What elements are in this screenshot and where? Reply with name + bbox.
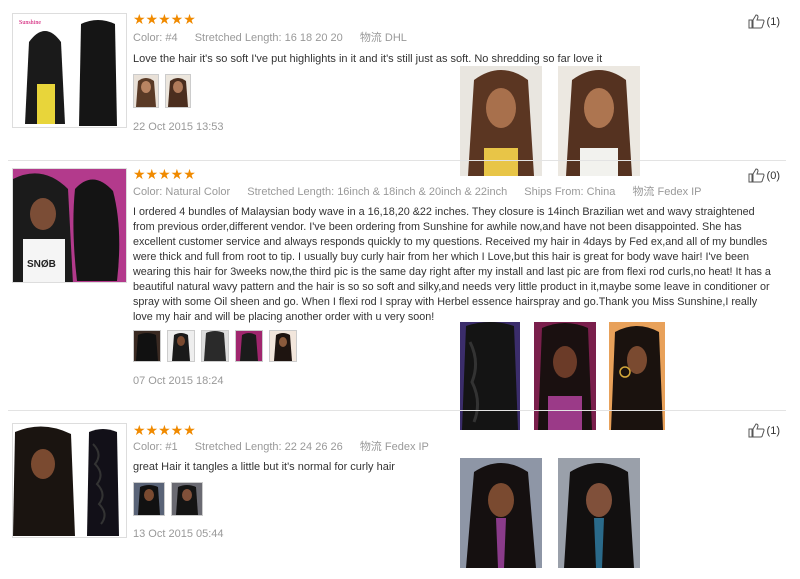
review-thumbnail[interactable] (133, 482, 165, 516)
shipping-label: 物流 (359, 32, 382, 44)
review-thumbnail[interactable] (133, 74, 159, 108)
review-thumbnail[interactable] (165, 74, 191, 108)
length-value: 16inch & 18inch & 20inch & 22inch (337, 186, 508, 198)
review-text: great Hair it tangles a little but it's … (133, 461, 395, 473)
shipping-value: Fedex IP (384, 441, 429, 453)
review-thumbnails (133, 74, 191, 108)
review-thumbnail[interactable] (167, 330, 195, 362)
helpful-count: (0) (766, 169, 780, 182)
thumbs-up-icon[interactable] (748, 423, 765, 438)
thumbs-up-icon[interactable] (748, 14, 765, 29)
helpful-vote[interactable]: (1) (748, 423, 780, 438)
ships-from-label: Ships From: (524, 186, 584, 198)
review-text: I ordered 4 bundles of Malaysian body wa… (133, 206, 771, 323)
shipping-value: Fedex IP (657, 186, 702, 198)
review-thumbnail[interactable] (171, 482, 203, 516)
color-label: Color: (133, 32, 163, 44)
review-meta: Color: Natural Color Stretched Length: 1… (133, 185, 716, 199)
review-thumbnail[interactable] (269, 330, 297, 362)
length-label: Stretched Length: (194, 32, 282, 44)
length-value: 22 24 26 26 (284, 441, 343, 453)
review-thumbnail[interactable] (201, 330, 229, 362)
review-meta: Color: #1 Stretched Length: 22 24 26 26 … (133, 440, 443, 454)
review-2: SNØB ★★★★★ Color: Natural Color Stretche… (0, 160, 800, 430)
review-thumbnails (133, 330, 297, 362)
review-meta: Color: #4 Stretched Length: 16 18 20 20 … (133, 31, 421, 45)
product-image[interactable] (12, 423, 127, 538)
review-date: 07 Oct 2015 18:24 (133, 375, 224, 387)
length-label: Stretched Length: (247, 186, 335, 198)
shipping-label: 物流 (632, 186, 655, 198)
review-photo[interactable] (460, 458, 542, 568)
helpful-count: (1) (766, 424, 780, 437)
review-date: 13 Oct 2015 05:44 (133, 528, 224, 540)
helpful-vote[interactable]: (1) (748, 14, 780, 29)
star-rating: ★★★★★ (133, 11, 196, 27)
review-1: Sunshine ★★★★★ Color: #4 Stretched Lengt… (0, 0, 800, 176)
length-label: Stretched Length: (194, 441, 282, 453)
helpful-vote[interactable]: (0) (748, 168, 780, 183)
ships-from-value: China (586, 186, 616, 198)
review-text: Love the hair it's so soft I've put high… (133, 53, 603, 65)
color-label: Color: (133, 186, 163, 198)
helpful-count: (1) (766, 15, 780, 28)
color-value: #1 (165, 441, 178, 453)
review-thumbnails (133, 482, 203, 516)
review-3: ★★★★★ Color: #1 Stretched Length: 22 24 … (0, 410, 800, 579)
review-thumbnail[interactable] (235, 330, 263, 362)
star-rating: ★★★★★ (133, 166, 196, 182)
review-photo[interactable] (558, 458, 640, 568)
shipping-label: 物流 (359, 441, 382, 453)
product-image[interactable]: Sunshine (12, 13, 127, 128)
color-value: #4 (165, 32, 178, 44)
color-label: Color: (133, 441, 163, 453)
review-thumbnail[interactable] (133, 330, 161, 362)
color-value: Natural Color (165, 186, 231, 198)
shipping-value: DHL (384, 32, 407, 44)
product-image[interactable]: SNØB (12, 168, 127, 283)
review-date: 22 Oct 2015 13:53 (133, 121, 224, 133)
svg-text:SNØB: SNØB (27, 259, 56, 270)
star-rating: ★★★★★ (133, 422, 196, 438)
length-value: 16 18 20 20 (284, 32, 343, 44)
svg-text:Sunshine: Sunshine (19, 20, 41, 26)
thumbs-up-icon[interactable] (748, 168, 765, 183)
